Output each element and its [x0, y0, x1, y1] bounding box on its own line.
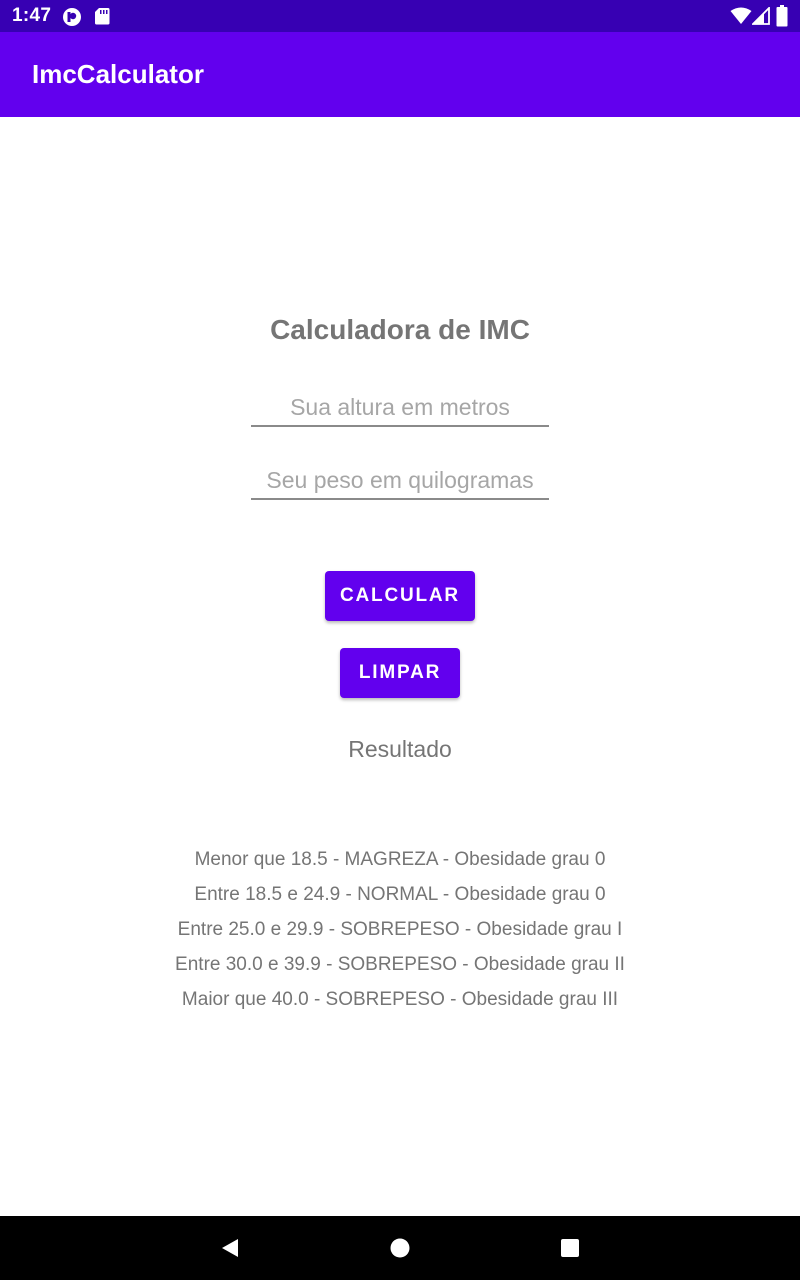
height-input[interactable]	[251, 389, 549, 427]
bmi-legend: Menor que 18.5 - MAGREZA - Obesidade gra…	[0, 847, 800, 1022]
app-title: ImcCalculator	[32, 59, 204, 89]
legend-item: Entre 25.0 e 29.9 - SOBREPESO - Obesidad…	[177, 919, 623, 940]
recents-icon[interactable]	[554, 1232, 586, 1264]
result-text: Resultado	[348, 736, 452, 762]
legend-item: Maior que 40.0 - SOBREPESO - Obesidade g…	[181, 989, 619, 1010]
battery-icon	[776, 5, 788, 27]
status-time: 1:47	[12, 5, 52, 26]
weight-input[interactable]	[251, 462, 549, 500]
signal-icon	[752, 7, 770, 25]
clear-button[interactable]: LIMPAR	[340, 648, 460, 698]
main-content: Calculadora de IMC CALCULAR LIMPAR Resul…	[0, 117, 800, 1216]
back-icon[interactable]	[214, 1232, 246, 1264]
calculate-button[interactable]: CALCULAR	[325, 571, 475, 621]
notification-app-icon	[63, 8, 81, 26]
legend-item: Entre 30.0 e 39.9 - SOBREPESO - Obesidad…	[175, 954, 625, 975]
legend-item: Entre 18.5 e 24.9 - NORMAL - Obesidade g…	[194, 884, 606, 905]
navigation-bar	[0, 1216, 800, 1280]
page-title: Calculadora de IMC	[270, 314, 530, 345]
status-bar: 1:47	[0, 0, 800, 32]
legend-item: Menor que 18.5 - MAGREZA - Obesidade gra…	[194, 849, 606, 870]
home-icon[interactable]	[384, 1232, 416, 1264]
sd-card-icon	[95, 8, 110, 25]
app-bar: ImcCalculator	[0, 32, 800, 117]
wifi-icon	[730, 7, 752, 24]
